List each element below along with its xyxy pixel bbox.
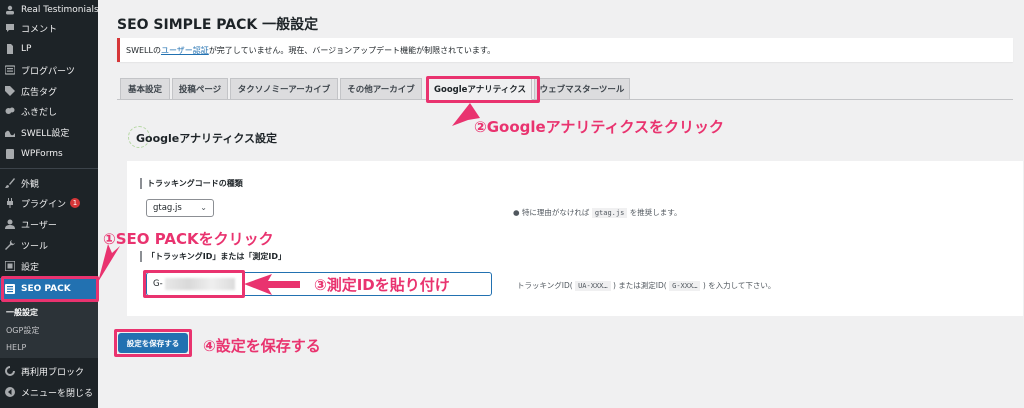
arrow-to-id-input xyxy=(244,274,300,295)
annotation-step2: ②Googleアナリティクスをクリック xyxy=(474,118,725,136)
arrow-to-seo-pack xyxy=(98,244,120,282)
annotation-step1: ①SEO PACKをクリック xyxy=(103,230,274,248)
annotation-step4: ④設定を保存する xyxy=(203,337,321,355)
annotation-step3: ③測定IDを貼り付け xyxy=(314,276,450,294)
annotation-arrows xyxy=(98,103,480,295)
